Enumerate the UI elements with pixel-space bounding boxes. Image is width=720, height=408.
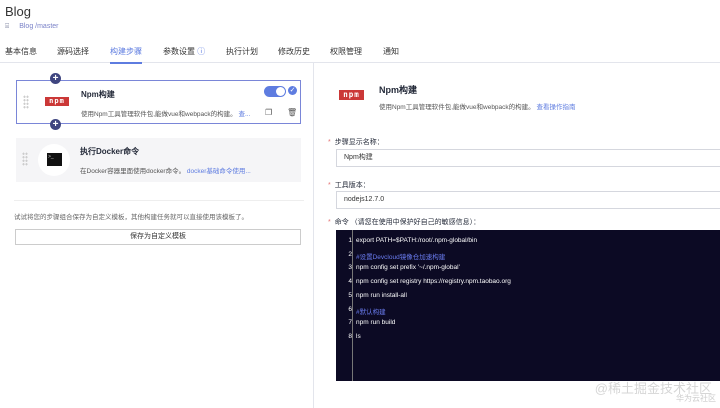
- step-desc: 在Docker容器里面使用docker命令。 docker基础命令使用...: [80, 165, 251, 175]
- line-number: 5: [348, 291, 352, 299]
- code-text: npm run install-all: [356, 291, 407, 299]
- command-label: * 命令 （请您在使用中保护好自己的敏感信息）：: [328, 219, 481, 226]
- code-line: 3 npm config set prefix '~/.npm-global': [348, 264, 460, 272]
- label-text: 工具版本：: [334, 182, 370, 189]
- drag-handle-icon[interactable]: [23, 95, 29, 109]
- tab-params[interactable]: 参数设置 ⓘ: [163, 46, 205, 57]
- line-number: 2: [348, 250, 352, 258]
- delete-icon[interactable]: 🗑: [287, 108, 297, 117]
- code-text: npm run build: [356, 319, 396, 327]
- page-title: Blog: [5, 4, 32, 19]
- step-name-label: * 步骤显示名称：: [328, 139, 384, 146]
- panel-divider: [313, 63, 314, 408]
- watermark-2: 华为云社区: [676, 394, 716, 403]
- help-icon[interactable]: ⓘ: [197, 47, 205, 56]
- step-title: Npm构建: [81, 90, 115, 99]
- save-template-button[interactable]: 保存为自定义模板: [15, 229, 301, 245]
- tab-source[interactable]: 源码选择: [57, 46, 89, 57]
- npm-logo: npm: [339, 90, 364, 100]
- code-text: npm config set registry https://registry…: [356, 278, 511, 286]
- step-desc: 使用Npm工具管理软件包,能做vue和webpack的构建。 查...: [81, 108, 250, 118]
- tab-schedule[interactable]: 执行计划: [226, 46, 258, 57]
- step-enable-toggle[interactable]: [264, 86, 286, 97]
- code-text: npm config set prefix '~/.npm-global': [356, 264, 460, 272]
- repo-icon: ⌸: [5, 23, 10, 30]
- code-text: #设置Devcloud镜像仓加速构建: [356, 253, 446, 261]
- guide-link[interactable]: 查看操作指南: [536, 104, 575, 111]
- template-hint: 试试将您的步骤组合保存为自定义模板，其他构建任务就可以直接使用该模板了。: [14, 214, 248, 221]
- add-step-above-button[interactable]: +: [50, 73, 61, 84]
- tab-history[interactable]: 修改历史: [278, 46, 310, 57]
- label-text: 命令 （请您在使用中保护好自己的敏感信息）：: [334, 219, 481, 226]
- copy-icon[interactable]: ❐: [265, 108, 272, 117]
- label-text: 步骤显示名称：: [334, 139, 384, 146]
- code-text: export PATH=$PATH:/root/.npm-global/bin: [356, 237, 478, 244]
- tab-notify[interactable]: 通知: [383, 46, 399, 57]
- step-desc-text: 在Docker容器里面使用docker命令。: [80, 168, 186, 175]
- code-line: 5 npm run install-all: [348, 291, 407, 299]
- code-line: 8 ls: [348, 332, 361, 340]
- detail-desc: 使用Npm工具管理软件包,能做vue和webpack的构建。 查看操作指南: [379, 101, 575, 111]
- line-number: 6: [348, 305, 352, 313]
- step-name-input[interactable]: Npm构建: [336, 149, 720, 167]
- line-number: 3: [348, 264, 352, 272]
- tab-params-label: 参数设置: [163, 47, 195, 56]
- drag-handle-icon[interactable]: [22, 152, 28, 166]
- add-step-below-button[interactable]: +: [50, 119, 61, 130]
- repo-link[interactable]: Blog /master: [19, 23, 58, 30]
- code-line: 7 npm run build: [348, 319, 396, 327]
- breadcrumb: ⌸ Blog /master: [5, 23, 59, 31]
- detail-desc-text: 使用Npm工具管理软件包,能做vue和webpack的构建。: [379, 104, 535, 111]
- detail-title: Npm构建: [379, 85, 417, 95]
- code-line: 1 export PATH=$PATH:/root/.npm-global/bin: [348, 237, 478, 244]
- npm-logo: npm: [45, 97, 69, 106]
- step-title: 执行Docker命令: [80, 147, 140, 156]
- code-text: ls: [356, 332, 361, 340]
- terminal-icon: >_: [47, 153, 62, 166]
- code-line: 6 #默认构建: [348, 306, 386, 316]
- tool-version-select[interactable]: nodejs12.7.0: [336, 191, 720, 209]
- line-number: 7: [348, 319, 352, 327]
- line-number: 8: [348, 332, 352, 340]
- tab-permissions[interactable]: 权限管理: [330, 46, 362, 57]
- command-editor[interactable]: 1 export PATH=$PATH:/root/.npm-global/bin…: [336, 230, 720, 381]
- check-icon: ✓: [288, 86, 297, 95]
- code-line: 4 npm config set registry https://registr…: [348, 278, 511, 286]
- line-number: 1: [348, 237, 352, 244]
- tab-basic-info[interactable]: 基本信息: [5, 46, 37, 57]
- line-number: 4: [348, 278, 352, 286]
- step-link[interactable]: docker基础命令使用...: [187, 168, 251, 175]
- step-desc-text: 使用Npm工具管理软件包,能做vue和webpack的构建。: [81, 111, 237, 118]
- tab-bar: 基本信息 源码选择 构建步骤 参数设置 ⓘ 执行计划 修改历史 权限管理 通知: [0, 44, 720, 64]
- code-line: 2 #设置Devcloud镜像仓加速构建: [348, 251, 446, 261]
- divider: [14, 200, 304, 201]
- step-card-docker[interactable]: >_ 执行Docker命令 在Docker容器里面使用docker命令。 doc…: [16, 138, 301, 182]
- step-link[interactable]: 查...: [238, 111, 250, 118]
- tab-build-steps[interactable]: 构建步骤: [110, 46, 142, 64]
- tool-version-label: * 工具版本：: [328, 182, 370, 189]
- code-text: #默认构建: [356, 308, 386, 316]
- step-card-npm[interactable]: npm Npm构建 使用Npm工具管理软件包,能做vue和webpack的构建。…: [16, 80, 301, 124]
